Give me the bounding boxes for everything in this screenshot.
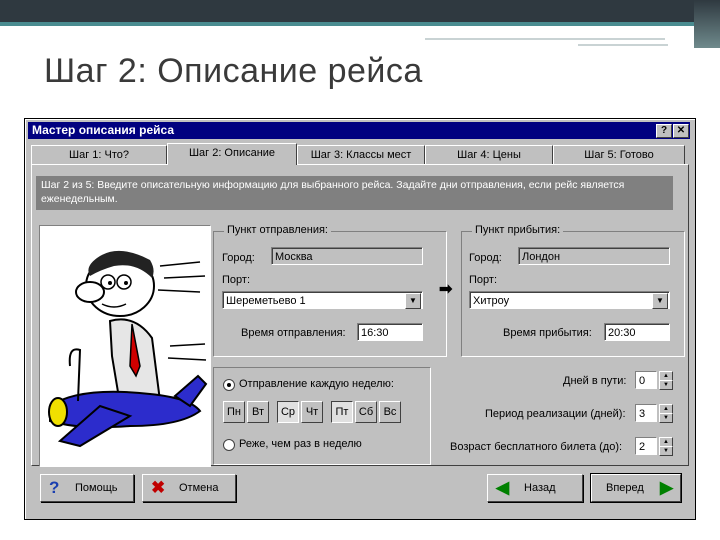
departure-city-field[interactable]: Москва [271, 247, 423, 265]
arrival-time-label: Время прибытия: [503, 327, 592, 339]
arrow-left-icon: ◀ [496, 478, 510, 497]
dialog-titlebar: Мастер описания рейса ? ✕ [28, 122, 690, 139]
cancel-button-label: Отмена [179, 482, 219, 494]
free-ticket-age-spinner[interactable]: 2 ▲ ▼ [635, 437, 673, 456]
slide-decor-line [578, 44, 668, 46]
departure-time-field[interactable]: 16:30 [357, 323, 423, 341]
help-question-button[interactable]: ? [656, 124, 672, 138]
info-text: Шаг 2 из 5: Введите описательную информа… [36, 176, 673, 210]
slide-top-bar [0, 0, 720, 48]
tab-step-5[interactable]: Шаг 5: Готово [553, 145, 685, 165]
cancel-button[interactable]: ✖ Отмена [142, 474, 236, 502]
sale-period-label: Период реализации (дней): [485, 408, 626, 420]
departure-port-value: Шереметьево 1 [226, 295, 306, 307]
days-in-transit-label: Дней в пути: [563, 375, 627, 387]
help-button-label: Помощь [75, 482, 118, 494]
day-toggle-wed[interactable]: Ср [277, 401, 299, 423]
arrival-city-label: Город: [469, 252, 502, 264]
tab-step-2[interactable]: Шаг 2: Описание [167, 143, 297, 165]
departure-group-label: Пункт отправления: [224, 224, 331, 236]
day-toggle-sat[interactable]: Сб [355, 401, 377, 423]
weekly-label: Отправление каждую неделю: [239, 378, 394, 390]
departure-port-select[interactable]: Шереметьево 1 ▼ [222, 291, 423, 309]
weekly-radio[interactable] [223, 379, 235, 391]
arrival-time-field[interactable]: 20:30 [604, 323, 670, 341]
back-button-label: Назад [524, 482, 556, 494]
arrival-port-label: Порт: [469, 274, 497, 286]
help-button[interactable]: ? Помощь [40, 474, 134, 502]
spin-down-icon[interactable]: ▼ [659, 380, 673, 390]
arrow-right-icon: ➡ [439, 281, 453, 298]
rare-label: Реже, чем раз в неделю [239, 438, 362, 450]
arrival-port-value: Хитроу [473, 295, 510, 307]
day-toggle-fri[interactable]: Пт [331, 401, 353, 423]
tab-step-4[interactable]: Шаг 4: Цены [425, 145, 553, 165]
chevron-down-icon[interactable]: ▼ [652, 293, 668, 309]
cancel-x-icon: ✖ [151, 478, 166, 497]
days-in-transit-value[interactable]: 0 [635, 371, 657, 389]
wizard-tabs: Шаг 1: Что? Шаг 2: Описание Шаг 3: Класс… [31, 143, 687, 165]
close-button[interactable]: ✕ [673, 124, 689, 138]
back-button[interactable]: ◀ Назад [487, 474, 583, 502]
arrow-right-icon: ▶ [660, 478, 674, 497]
sale-period-value[interactable]: 3 [635, 404, 657, 422]
help-icon: ? [49, 478, 60, 497]
day-toggle-tue[interactable]: Вт [247, 401, 269, 423]
spin-down-icon[interactable]: ▼ [659, 413, 673, 423]
arrival-city-field[interactable]: Лондон [518, 247, 670, 265]
departure-city-label: Город: [222, 252, 255, 264]
free-ticket-age-value[interactable]: 2 [635, 437, 657, 455]
arrival-group-label: Пункт прибытия: [472, 224, 564, 236]
free-ticket-age-label: Возраст бесплатного билета (до): [450, 441, 623, 453]
departure-port-label: Порт: [222, 274, 250, 286]
wizard-dialog: Мастер описания рейса ? ✕ Шаг 1: Что? Ша… [24, 118, 696, 520]
dialog-title: Мастер описания рейса [32, 123, 174, 137]
next-button-label: Вперед [606, 482, 644, 494]
cartoon-pilot-image [39, 225, 211, 467]
days-in-transit-spinner[interactable]: 0 ▲ ▼ [635, 371, 673, 390]
day-toggle-thu[interactable]: Чт [301, 401, 323, 423]
chevron-down-icon[interactable]: ▼ [405, 293, 421, 309]
spin-down-icon[interactable]: ▼ [659, 446, 673, 456]
next-button[interactable]: Вперед ▶ [590, 473, 682, 503]
slide-decor-line [425, 38, 665, 40]
day-toggle-mon[interactable]: Пн [223, 401, 245, 423]
sale-period-spinner[interactable]: 3 ▲ ▼ [635, 404, 673, 423]
departure-time-label: Время отправления: [241, 327, 346, 339]
rare-radio[interactable] [223, 439, 235, 451]
arrival-port-select[interactable]: Хитроу ▼ [469, 291, 670, 309]
tab-step-3[interactable]: Шаг 3: Классы мест [297, 145, 425, 165]
day-toggle-sun[interactable]: Вс [379, 401, 401, 423]
slide-title: Шаг 2: Описание рейса [44, 52, 423, 90]
tab-step-1[interactable]: Шаг 1: Что? [31, 145, 167, 165]
